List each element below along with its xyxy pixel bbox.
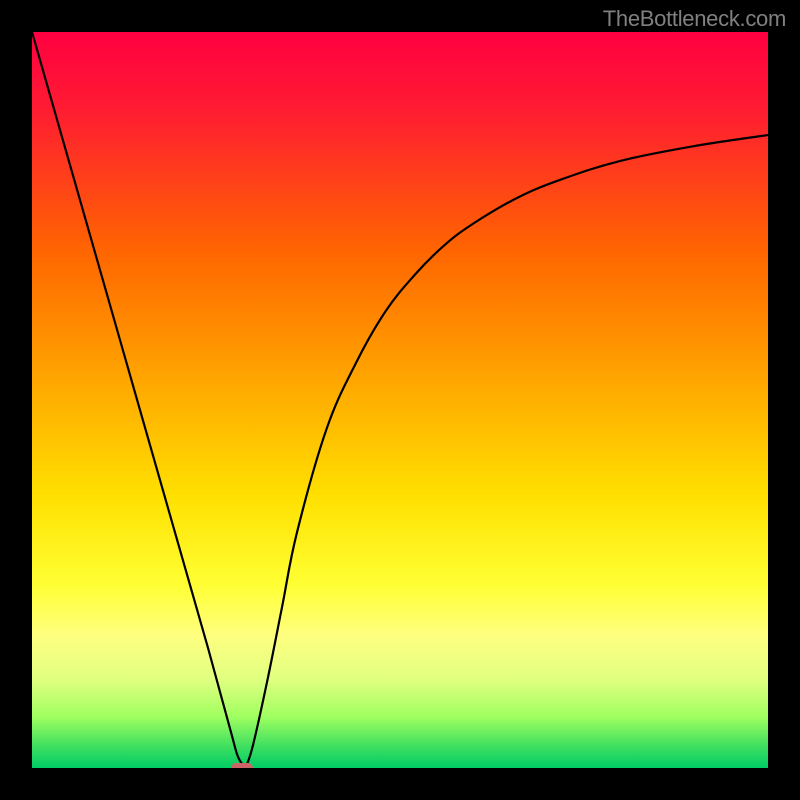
curve-layer: [32, 32, 768, 768]
chart-container: TheBottleneck.com: [0, 0, 800, 800]
watermark-label: TheBottleneck.com: [603, 6, 786, 32]
plot-area: [32, 32, 768, 768]
bottleneck-curve: [32, 32, 768, 768]
optimal-marker: [231, 763, 253, 768]
